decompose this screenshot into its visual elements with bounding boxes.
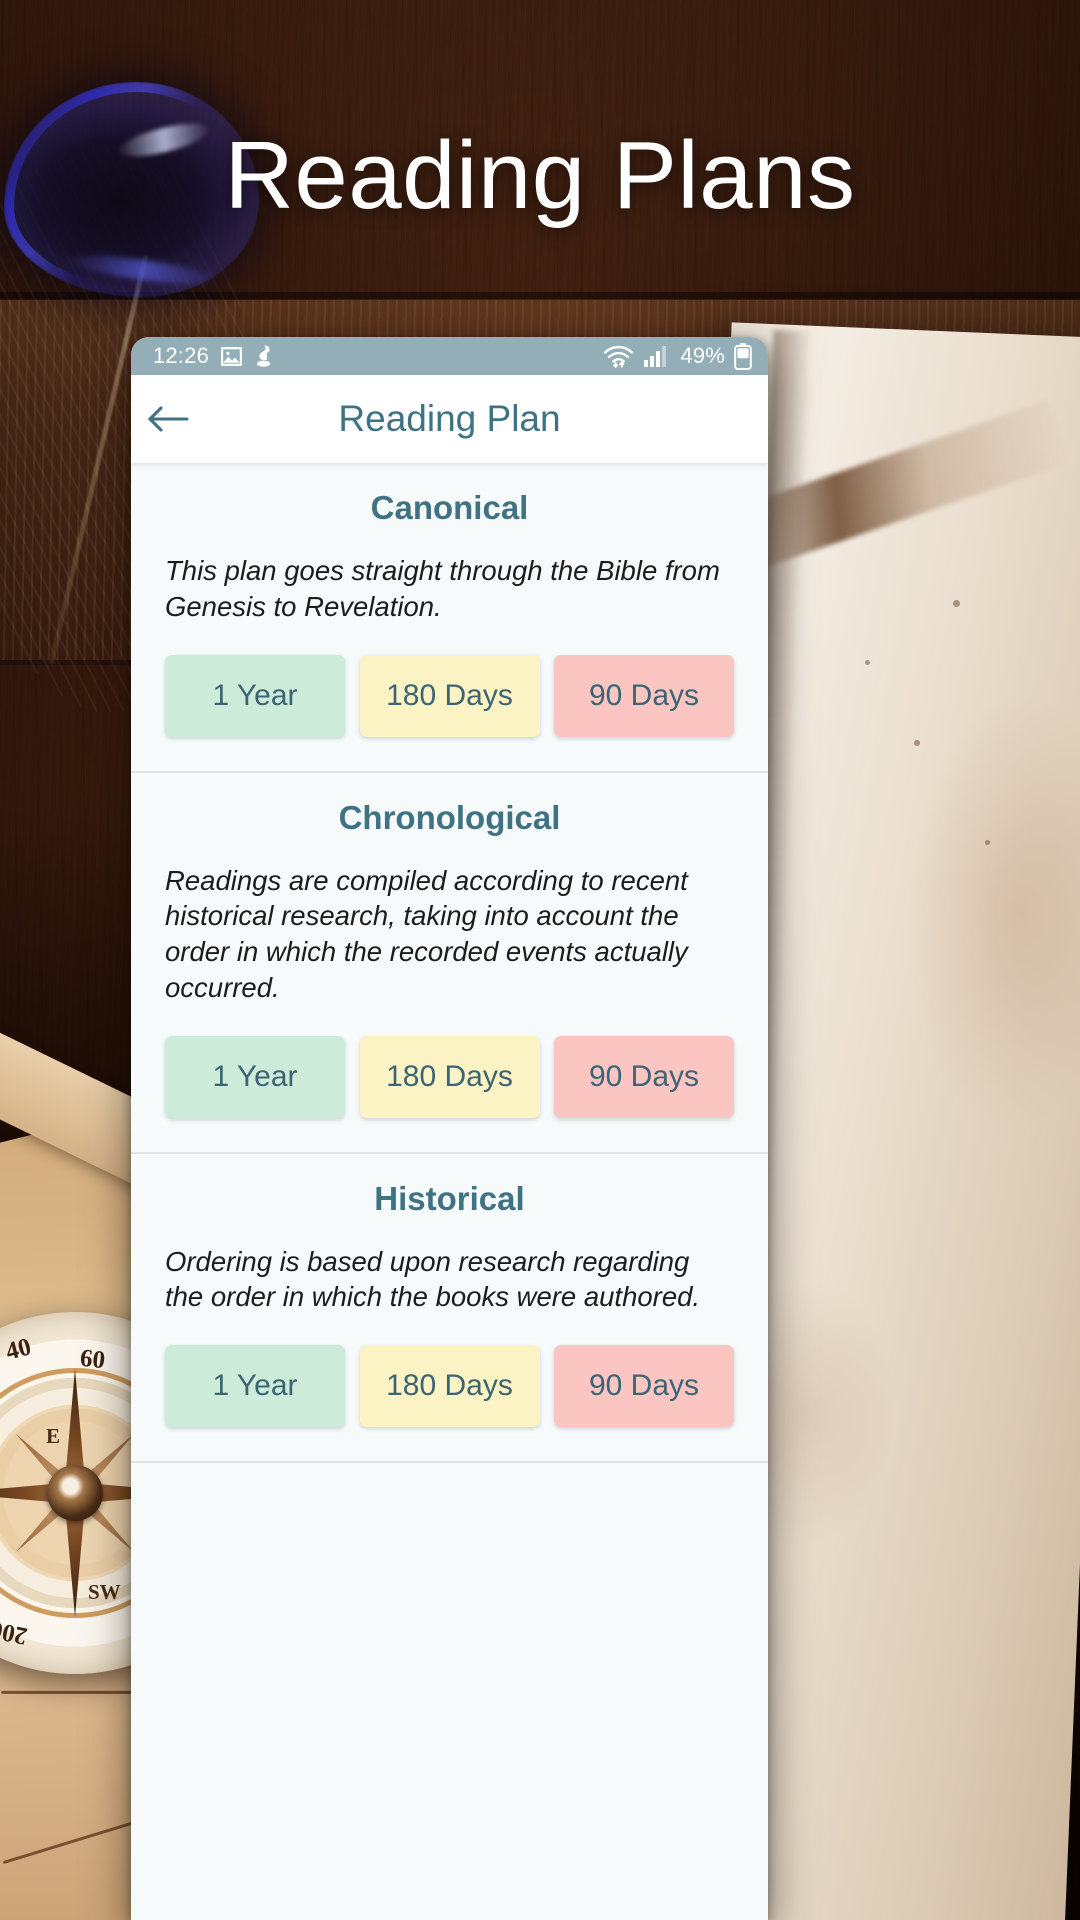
compass-cardinal: E bbox=[46, 1424, 61, 1448]
plan-description: This plan goes straight through the Bibl… bbox=[165, 555, 720, 622]
back-arrow-icon bbox=[147, 402, 189, 436]
duration-button-1-year[interactable]: 1 Year bbox=[165, 1345, 345, 1427]
reading-plans-list: Canonical This plan goes straight throug… bbox=[131, 463, 768, 1920]
back-button[interactable] bbox=[131, 375, 205, 463]
plan-title: Canonical bbox=[370, 489, 529, 526]
duration-button-90-days[interactable]: 90 Days bbox=[554, 654, 734, 737]
duration-button-180-days[interactable]: 180 Days bbox=[359, 654, 540, 737]
app-bar: Reading Plan bbox=[131, 375, 768, 463]
parchment-speck bbox=[985, 840, 990, 845]
plan-title: Chronological bbox=[338, 798, 561, 836]
battery-icon bbox=[734, 342, 752, 370]
compass-number: 60 bbox=[78, 1344, 107, 1375]
duration-button-1-year[interactable]: 1 Year bbox=[165, 1035, 345, 1118]
parchment-speck bbox=[865, 660, 870, 665]
app-bar-title: Reading Plan bbox=[338, 398, 561, 439]
plan-duration-buttons: 1 Year 180 Days 90 Days bbox=[165, 1345, 734, 1427]
duration-button-180-days[interactable]: 180 Days bbox=[359, 1345, 540, 1427]
battery-percent-label: 49% bbox=[680, 343, 725, 368]
phone-mockup: 12:26 49% Reading Plan Canonical This pl… bbox=[131, 337, 768, 1920]
status-time: 12:26 bbox=[153, 343, 210, 368]
plan-title: Historical bbox=[374, 1179, 525, 1217]
cellular-signal-icon bbox=[643, 344, 671, 368]
image-icon bbox=[219, 344, 244, 369]
duration-button-1-year[interactable]: 1 Year bbox=[165, 654, 345, 737]
plan-duration-buttons: 1 Year 180 Days 90 Days bbox=[165, 654, 734, 737]
plan-card: Canonical This plan goes straight throug… bbox=[131, 463, 768, 773]
duration-button-90-days[interactable]: 90 Days bbox=[554, 1035, 734, 1118]
plan-card: Historical Ordering is based upon resear… bbox=[131, 1153, 768, 1463]
status-bar: 12:26 49% bbox=[131, 337, 768, 375]
plan-duration-buttons: 1 Year 180 Days 90 Days bbox=[165, 1035, 734, 1118]
duration-button-180-days[interactable]: 180 Days bbox=[359, 1035, 540, 1118]
parchment-speck bbox=[953, 600, 960, 607]
compass-pivot bbox=[47, 1465, 103, 1521]
page-title: Reading Plans bbox=[224, 122, 856, 229]
plan-description: Ordering is based upon research regardin… bbox=[165, 1245, 701, 1313]
plan-description: Readings are compiled according to recen… bbox=[165, 864, 688, 1003]
parchment-speck bbox=[914, 740, 920, 746]
duration-button-90-days[interactable]: 90 Days bbox=[554, 1345, 734, 1427]
download-manager-icon bbox=[254, 344, 277, 369]
compass-cardinal: SW bbox=[88, 1580, 121, 1604]
empty-list-area bbox=[131, 1463, 768, 1920]
wifi-transfer-icon bbox=[602, 343, 634, 369]
plan-card: Chronological Readings are compiled acco… bbox=[131, 772, 768, 1154]
